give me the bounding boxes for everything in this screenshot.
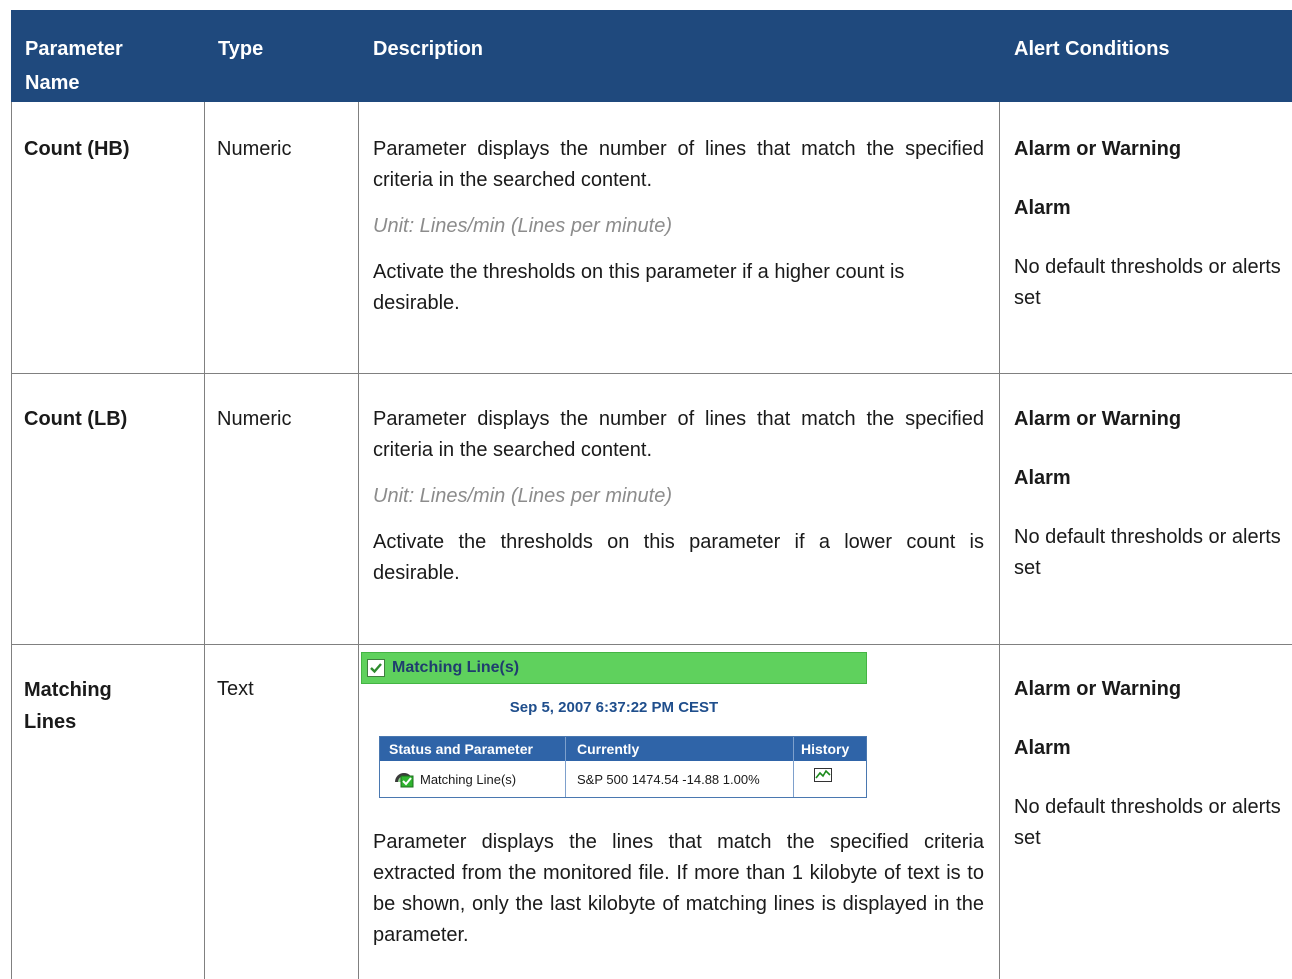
description-text: Activate the thresholds on this paramete… <box>373 261 905 314</box>
row-count-hb-description: Parameter displays the number of lines t… <box>373 134 984 319</box>
status-row-parameter: Matching Line(s) <box>420 772 517 787</box>
column-divider <box>565 737 566 797</box>
alert-condition: Alarm or Warning <box>1014 408 1182 430</box>
row-count-lb-alerts: Alarm or Warning Alarm No default thresh… <box>1014 404 1289 584</box>
description-text: Activate the thresholds on this paramete… <box>373 531 984 584</box>
row-matching-lines-alerts: Alarm or Warning Alarm No default thresh… <box>1014 674 1289 854</box>
header-alert-conditions: Alert Conditions <box>1014 38 1170 60</box>
header-type: Type <box>218 38 264 60</box>
row-matching-lines-description: Parameter displays the lines that match … <box>373 831 984 946</box>
grid-line <box>11 102 12 979</box>
grid-line <box>358 102 359 979</box>
row-count-hb-name: Count (HB) <box>24 138 130 160</box>
alert-note: No default thresholds or alerts set <box>1014 526 1281 579</box>
status-datetime: Sep 5, 2007 6:37:22 PM CEST <box>509 699 719 716</box>
description-text: Parameter displays the number of lines t… <box>373 408 984 461</box>
row-count-hb-type: Numeric <box>217 138 292 160</box>
column-history: History <box>801 741 850 757</box>
header-parameter-name: Parameter Name <box>25 32 123 100</box>
row-count-lb-description: Parameter displays the number of lines t… <box>373 404 984 589</box>
row-matching-lines-name: Matching Lines <box>24 674 112 738</box>
status-title: Matching Line(s) <box>392 659 520 676</box>
row-count-lb-type: Numeric <box>217 408 292 430</box>
alert-condition: Alarm <box>1014 467 1071 489</box>
unit-text: Unit: Lines/min (Lines per minute) <box>373 215 673 237</box>
checkbox-icon <box>367 659 385 677</box>
grid-line <box>204 102 205 979</box>
table-header: Parameter Name Type Description Alert Co… <box>11 10 1292 102</box>
status-title-bar: Matching Line(s) <box>361 652 867 684</box>
header-parameter-name-line1: Parameter <box>25 38 123 60</box>
alert-condition: Alarm <box>1014 737 1071 759</box>
row-count-hb-alerts: Alarm or Warning Alarm No default thresh… <box>1014 134 1289 314</box>
alert-note: No default thresholds or alerts set <box>1014 796 1281 849</box>
row-divider <box>11 644 1292 645</box>
row-matching-lines-type: Text <box>217 678 254 700</box>
alert-condition: Alarm or Warning <box>1014 138 1182 160</box>
row-name-line1: Matching <box>24 679 112 701</box>
status-gauge-icon <box>393 768 417 788</box>
unit-text: Unit: Lines/min (Lines per minute) <box>373 485 673 507</box>
row-divider <box>11 373 1292 374</box>
column-status-and-parameter: Status and Parameter <box>389 741 533 757</box>
alert-note: No default thresholds or alerts set <box>1014 256 1281 309</box>
row-count-lb-name: Count (LB) <box>24 408 128 430</box>
column-divider <box>793 737 794 797</box>
status-table: Status and Parameter Currently History M… <box>379 736 867 798</box>
grid-line <box>999 102 1000 979</box>
history-chart-icon[interactable] <box>814 768 832 782</box>
parameter-table: Parameter Name Type Description Alert Co… <box>11 10 1292 979</box>
alert-condition: Alarm <box>1014 197 1071 219</box>
header-description: Description <box>373 38 484 60</box>
embedded-screenshot: Matching Line(s) Sep 5, 2007 6:37:22 PM … <box>361 652 867 804</box>
status-row-currently: S&P 500 1474.54 -14.88 1.00% <box>577 772 760 787</box>
header-parameter-name-line2: Name <box>25 72 80 94</box>
description-text: Parameter displays the number of lines t… <box>373 138 984 191</box>
column-currently: Currently <box>577 741 640 757</box>
row-name-line2: Lines <box>24 711 77 733</box>
alert-condition: Alarm or Warning <box>1014 678 1182 700</box>
